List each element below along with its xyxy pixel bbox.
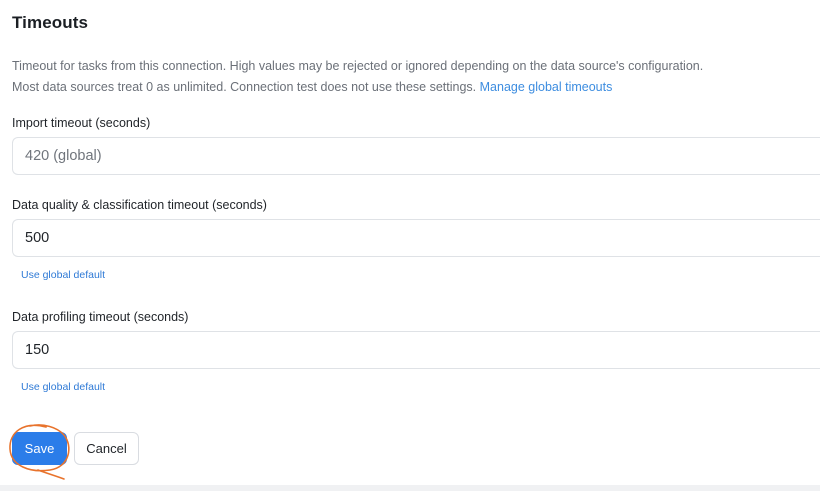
profiling-timeout-input[interactable] (12, 331, 820, 369)
profiling-use-global-default-link[interactable]: Use global default (21, 381, 105, 393)
cancel-button[interactable]: Cancel (74, 432, 139, 465)
description-line-1: Timeout for tasks from this connection. … (12, 59, 704, 73)
description-line-2: Most data sources treat 0 as unlimited. … (12, 77, 812, 98)
section-description: Timeout for tasks from this connection. … (12, 56, 812, 97)
import-timeout-label: Import timeout (seconds) (12, 116, 151, 130)
description-text: Most data sources treat 0 as unlimited. … (12, 79, 480, 94)
quality-timeout-input[interactable] (12, 219, 820, 257)
bottom-divider (0, 485, 820, 491)
profiling-timeout-label: Data profiling timeout (seconds) (12, 310, 189, 324)
timeouts-settings-panel: Timeouts Timeout for tasks from this con… (0, 0, 820, 491)
quality-timeout-label: Data quality & classification timeout (s… (12, 198, 267, 212)
quality-use-global-default-link[interactable]: Use global default (21, 269, 105, 281)
save-button[interactable]: Save (12, 432, 67, 465)
section-title: Timeouts (12, 13, 89, 32)
manage-global-timeouts-link[interactable]: Manage global timeouts (480, 80, 613, 94)
import-timeout-input[interactable] (12, 137, 820, 175)
